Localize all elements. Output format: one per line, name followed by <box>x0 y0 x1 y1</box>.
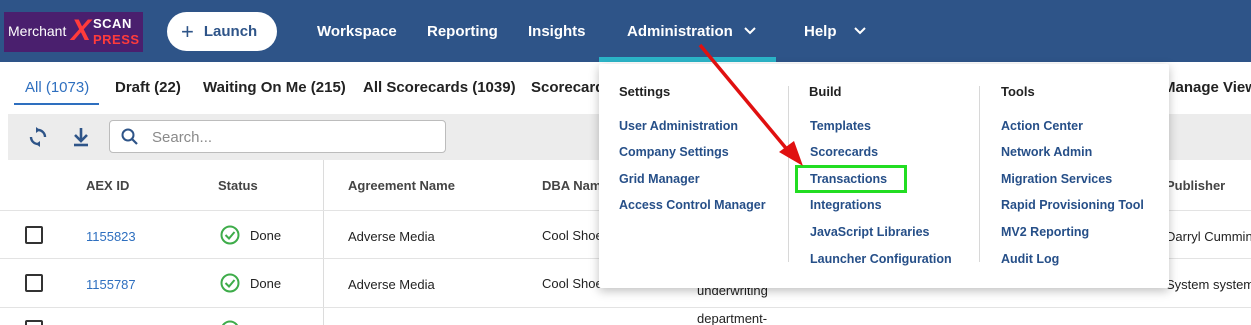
search-icon <box>121 128 138 145</box>
check-circle-icon <box>220 273 240 293</box>
status-text: Done <box>250 276 282 291</box>
settings-heading: Settings <box>619 84 671 99</box>
row-checkbox[interactable] <box>25 226 43 244</box>
column-header-status[interactable]: Status <box>218 178 258 193</box>
agreement-name-cell: Adverse Media <box>348 229 435 244</box>
menu-item-templates[interactable]: Templates <box>810 119 871 133</box>
top-navigation-bar: Merchant X SCAN PRESS + Launch Workspace… <box>0 0 1251 62</box>
row-checkbox[interactable] <box>25 320 43 325</box>
aex-id-link[interactable]: 1155823 <box>86 229 136 244</box>
logo-press-text: PRESS <box>93 32 140 47</box>
column-divider <box>323 160 324 325</box>
menu-item-rapid-provisioning-tool[interactable]: Rapid Provisioning Tool <box>1001 198 1144 212</box>
plus-icon: + <box>181 18 194 44</box>
tab-all-scorecards[interactable]: All Scorecards (1039) <box>363 79 516 96</box>
tools-heading: Tools <box>1001 84 1035 99</box>
chevron-down-icon[interactable] <box>744 27 756 35</box>
aex-id-link[interactable]: 1155787 <box>86 277 136 292</box>
menu-item-javascript-libraries[interactable]: JavaScript Libraries <box>810 225 930 239</box>
menu-item-user-administration[interactable]: User Administration <box>619 119 738 133</box>
menu-item-network-admin[interactable]: Network Admin <box>1001 145 1092 159</box>
row-checkbox[interactable] <box>25 274 43 292</box>
nav-insights[interactable]: Insights <box>528 23 586 40</box>
menu-item-scorecards[interactable]: Scorecards <box>810 145 878 159</box>
check-circle-icon <box>221 320 239 325</box>
publisher-cell: System system <box>1166 277 1251 292</box>
dba-name-cell: Cool Shoe <box>542 276 603 291</box>
menu-item-company-settings[interactable]: Company Settings <box>619 145 729 159</box>
menu-column-divider <box>979 86 980 262</box>
build-heading: Build <box>809 84 842 99</box>
logo-x-text: X <box>71 14 92 47</box>
menu-item-action-center[interactable]: Action Center <box>1001 119 1083 133</box>
tab-all[interactable]: All (1073) <box>25 79 89 96</box>
tab-scorecard[interactable]: Scorecard <box>531 79 604 96</box>
search-box <box>109 120 446 153</box>
menu-item-mv2-reporting[interactable]: MV2 Reporting <box>1001 225 1089 239</box>
menu-column-divider <box>788 86 789 262</box>
row-divider <box>0 307 1251 308</box>
merchant-xpress-logo[interactable]: Merchant X SCAN PRESS <box>4 12 143 52</box>
column-header-aex-id[interactable]: AEX ID <box>86 178 129 193</box>
refresh-icon[interactable] <box>26 125 50 149</box>
nav-workspace[interactable]: Workspace <box>317 23 397 40</box>
menu-item-integrations[interactable]: Integrations <box>810 198 882 212</box>
active-tab-indicator <box>14 103 99 105</box>
menu-item-launcher-configuration[interactable]: Launcher Configuration <box>810 252 952 266</box>
publisher-cell: Darryl Cummin <box>1166 229 1251 244</box>
chevron-down-icon[interactable] <box>854 27 866 35</box>
column-header-agreement-name[interactable]: Agreement Name <box>348 178 455 193</box>
check-circle-icon <box>220 225 240 245</box>
dba-name-cell: Cool Shoe <box>542 228 603 243</box>
tab-waiting-on-me[interactable]: Waiting On Me (215) <box>203 79 346 96</box>
column-header-publisher[interactable]: Publisher <box>1166 178 1225 193</box>
nav-administration[interactable]: Administration <box>627 23 733 40</box>
download-icon[interactable] <box>69 125 93 149</box>
menu-item-migration-services[interactable]: Migration Services <box>1001 172 1112 186</box>
menu-item-access-control-manager[interactable]: Access Control Manager <box>619 198 766 212</box>
launch-button-label: Launch <box>203 23 258 40</box>
nav-reporting[interactable]: Reporting <box>427 23 498 40</box>
tab-draft[interactable]: Draft (22) <box>115 79 181 96</box>
logo-merchant-text: Merchant <box>8 23 67 39</box>
overflow-text-cell: department- <box>697 311 768 325</box>
menu-item-audit-log[interactable]: Audit Log <box>1001 252 1059 266</box>
nav-help[interactable]: Help <box>804 23 837 40</box>
launch-button[interactable]: + Launch <box>167 12 277 51</box>
manage-views-link[interactable]: Manage Views <box>1163 79 1251 96</box>
logo-scan-text: SCAN <box>93 16 132 31</box>
menu-item-grid-manager[interactable]: Grid Manager <box>619 172 700 186</box>
agreement-name-cell: Adverse Media <box>348 277 435 292</box>
status-text: Done <box>250 228 282 243</box>
column-header-dba-name[interactable]: DBA Nam <box>542 178 601 193</box>
search-input[interactable] <box>152 127 432 147</box>
annotation-highlight-box <box>795 165 907 193</box>
